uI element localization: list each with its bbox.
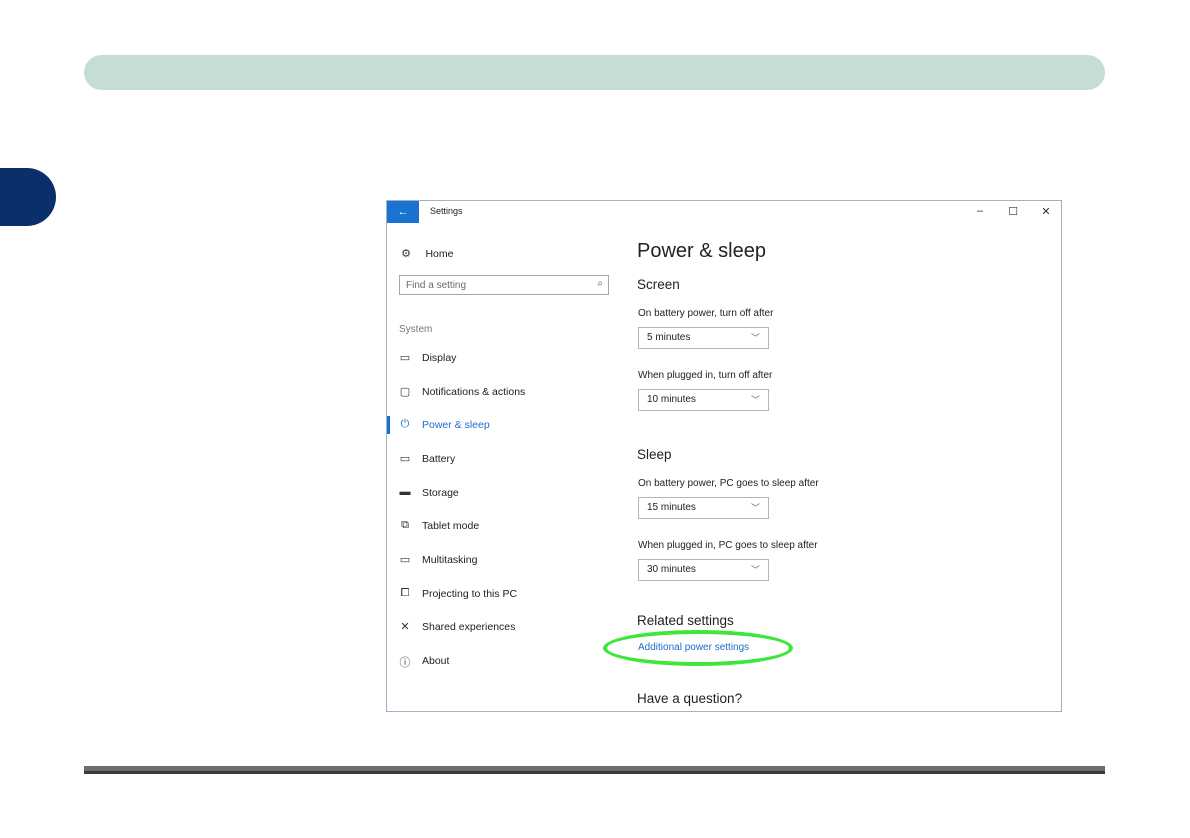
page-header-band (84, 55, 1105, 90)
search-box: ⌕ (399, 275, 609, 295)
display-icon: ▭ (399, 352, 411, 364)
section-label-system: System (399, 324, 433, 335)
sidebar-item-label: Tablet mode (422, 520, 480, 532)
page-title: Power & sleep (637, 240, 766, 262)
home-label: Home (425, 247, 454, 260)
have-a-question-heading: Have a question? (637, 691, 743, 706)
manual-page: ← Settings – ☐ ✕ ⚙ Home ⌕ System ▭ Displ… (0, 0, 1190, 838)
tablet-mode-icon: ⧉ (401, 519, 409, 531)
sidebar-item-label: Display (422, 352, 457, 364)
sidebar-item-projecting[interactable]: ⧠ Projecting to this PC (387, 583, 617, 605)
sidebar-item-label: Power & sleep (422, 419, 490, 431)
additional-power-settings-link[interactable]: Additional power settings (638, 642, 749, 653)
sidebar-item-display[interactable]: ▭ Display (387, 347, 617, 369)
sleep-battery-label: On battery power, PC goes to sleep after (638, 478, 819, 489)
sidebar-item-label: Multitasking (422, 554, 478, 566)
notifications-icon: ▢ (399, 386, 411, 398)
sidebar-item-storage[interactable]: ▬ Storage (387, 482, 617, 504)
sidebar-item-tablet-mode[interactable]: ⧉ Tablet mode (387, 515, 617, 537)
dropdown-value: 30 minutes (647, 564, 696, 575)
sleep-plugged-label: When plugged in, PC goes to sleep after (638, 540, 818, 551)
sidebar-item-notifications[interactable]: ▢ Notifications & actions (387, 381, 617, 403)
chapter-tab (0, 168, 56, 226)
dropdown-value: 15 minutes (647, 502, 696, 513)
sidebar-item-label: About (422, 655, 450, 667)
sidebar-item-battery[interactable]: ▭ Battery (387, 448, 617, 470)
sleep-plugged-dropdown[interactable]: 30 minutes ﹀ (638, 559, 769, 581)
screen-battery-label: On battery power, turn off after (638, 308, 774, 319)
dropdown-value: 10 minutes (647, 394, 696, 405)
chevron-down-icon: ﹀ (750, 565, 760, 575)
active-indicator (387, 416, 390, 434)
sleep-heading: Sleep (637, 447, 672, 462)
multitasking-icon: ▭ (399, 554, 411, 566)
projecting-icon: ⧠ (400, 587, 410, 599)
shared-experiences-icon: ✕ (400, 621, 410, 633)
sidebar-item-about[interactable]: ⓘ About (387, 650, 617, 672)
dropdown-value: 5 minutes (647, 332, 691, 343)
gear-icon: ⚙ (401, 248, 411, 261)
search-icon[interactable]: ⌕ (597, 278, 603, 289)
sidebar-item-label: Battery (422, 453, 456, 465)
sidebar-item-shared-experiences[interactable]: ✕ Shared experiences (387, 616, 617, 638)
related-settings-heading: Related settings (637, 613, 734, 628)
chevron-down-icon: ﹀ (750, 395, 760, 405)
info-icon: ⓘ (399, 657, 411, 669)
settings-window: ← Settings – ☐ ✕ ⚙ Home ⌕ System ▭ Displ… (386, 200, 1062, 712)
sidebar-item-label: Notifications & actions (422, 386, 526, 398)
window-title: Settings (430, 206, 463, 216)
chevron-down-icon: ﹀ (750, 333, 760, 343)
search-input[interactable] (400, 276, 591, 294)
sidebar-item-label: Storage (422, 487, 459, 499)
sidebar-item-label: Shared experiences (422, 621, 516, 633)
back-button[interactable]: ← (387, 201, 419, 223)
sleep-battery-dropdown[interactable]: 15 minutes ﹀ (638, 497, 769, 519)
sidebar-item-label: Projecting to this PC (422, 588, 518, 600)
screen-plugged-label: When plugged in, turn off after (638, 370, 773, 381)
page-footer-rule (84, 766, 1105, 774)
sidebar-item-power-sleep[interactable]: ⏻ Power & sleep (387, 414, 617, 436)
screen-heading: Screen (637, 277, 680, 292)
sidebar-item-multitasking[interactable]: ▭ Multitasking (387, 549, 617, 571)
power-icon: ⏻ (400, 418, 410, 430)
back-arrow-icon: ← (397, 206, 409, 218)
sidebar-home[interactable]: ⚙ Home (399, 245, 453, 261)
screen-plugged-dropdown[interactable]: 10 minutes ﹀ (638, 389, 769, 411)
battery-icon: ▭ (399, 453, 411, 465)
chevron-down-icon: ﹀ (750, 503, 760, 513)
screen-battery-dropdown[interactable]: 5 minutes ﹀ (638, 327, 769, 349)
storage-icon: ▬ (399, 486, 411, 498)
main-content: Power & sleep Screen On battery power, t… (603, 201, 1057, 711)
